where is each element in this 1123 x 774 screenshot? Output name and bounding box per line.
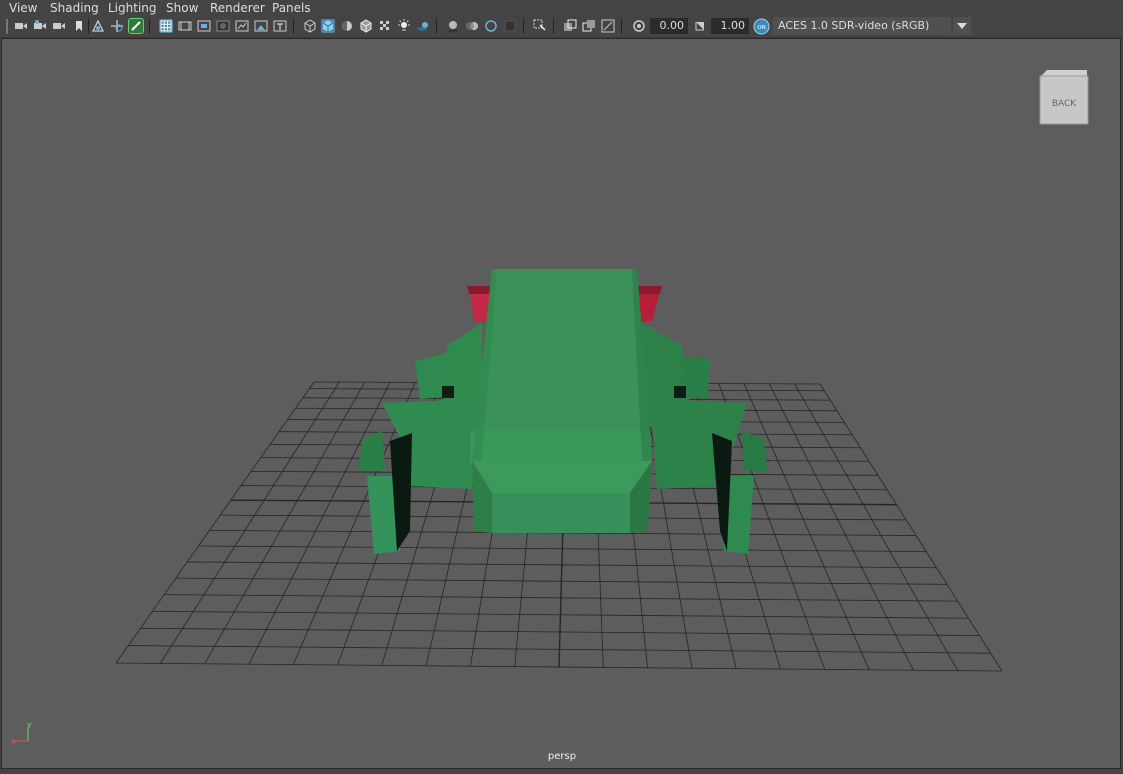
gamma-field[interactable]: 1.00 bbox=[711, 18, 749, 34]
camera-attributes-icon[interactable] bbox=[33, 19, 47, 33]
color-management-badge: ON bbox=[757, 25, 765, 31]
toolbar-separator bbox=[88, 19, 89, 34]
toolbar-grip[interactable] bbox=[6, 19, 8, 34]
green-creature-model[interactable] bbox=[359, 269, 767, 554]
default-material-icon[interactable] bbox=[340, 19, 354, 33]
x-ray-components-icon[interactable] bbox=[601, 19, 615, 33]
resolution-gate-icon[interactable] bbox=[197, 19, 211, 33]
grease-pencil-icon[interactable] bbox=[128, 18, 144, 34]
scene-render bbox=[115, 269, 1003, 672]
safe-title-icon[interactable] bbox=[273, 19, 287, 33]
exposure-field[interactable]: 0.00 bbox=[650, 18, 688, 34]
wireframe-on-shaded-icon[interactable] bbox=[359, 19, 373, 33]
toolbar-separator bbox=[553, 19, 554, 34]
menu-shading[interactable]: Shading bbox=[50, 0, 99, 16]
color-space-dropdown[interactable]: ACES 1.0 SDR-video (sRGB) bbox=[773, 17, 951, 35]
film-gate-icon[interactable] bbox=[178, 19, 192, 33]
select-camera-icon[interactable] bbox=[14, 19, 28, 33]
bookmark-icon[interactable] bbox=[72, 19, 86, 33]
motion-blur-icon[interactable] bbox=[465, 19, 479, 33]
panel-toolbar: 0.00 1.00 ON ACES 1.0 SDR-video (sRGB) bbox=[0, 16, 1123, 38]
menu-lighting[interactable]: Lighting bbox=[108, 0, 157, 16]
use-all-lights-icon[interactable] bbox=[397, 19, 411, 33]
2d-pan-zoom-icon[interactable] bbox=[110, 19, 124, 33]
textured-icon[interactable] bbox=[378, 19, 392, 33]
viewcube-face-label: BACK bbox=[1052, 99, 1077, 109]
menu-view[interactable]: View bbox=[9, 0, 37, 16]
panel-menubar: View Shading Lighting Show Renderer Pane… bbox=[0, 0, 1123, 16]
toolbar-separator bbox=[293, 19, 294, 34]
toolbar-separator bbox=[621, 19, 622, 34]
image-plane-icon[interactable] bbox=[91, 19, 105, 33]
menu-panels[interactable]: Panels bbox=[272, 0, 311, 16]
3d-viewport[interactable]: BACK y x persp bbox=[1, 38, 1121, 769]
toolbar-separator bbox=[149, 19, 150, 34]
chevron-down-icon[interactable] bbox=[953, 17, 971, 35]
axis-x-label: x bbox=[11, 737, 16, 746]
grid-icon[interactable] bbox=[159, 19, 173, 33]
menu-renderer[interactable]: Renderer bbox=[210, 0, 265, 16]
menu-show[interactable]: Show bbox=[166, 0, 198, 16]
screen-space-ao-icon[interactable] bbox=[446, 19, 460, 33]
toolbar-separator bbox=[523, 19, 524, 34]
smooth-shade-icon[interactable] bbox=[321, 19, 335, 33]
maya-viewport-panel: View Shading Lighting Show Renderer Pane… bbox=[0, 0, 1123, 774]
viewcube[interactable]: BACK bbox=[1039, 68, 1089, 126]
field-chart-icon[interactable] bbox=[235, 19, 249, 33]
isolate-select-icon[interactable] bbox=[533, 19, 547, 33]
axis-gizmo: y x bbox=[10, 719, 40, 749]
exposure-icon[interactable] bbox=[632, 19, 646, 33]
shadows-icon[interactable] bbox=[416, 19, 430, 33]
color-management-toggle[interactable]: ON bbox=[753, 18, 770, 35]
gate-mask-icon[interactable] bbox=[216, 19, 230, 33]
x-ray-icon[interactable] bbox=[563, 19, 577, 33]
depth-of-field-icon[interactable] bbox=[503, 19, 517, 33]
x-ray-joints-icon[interactable] bbox=[582, 19, 596, 33]
wireframe-icon[interactable] bbox=[303, 19, 317, 33]
gamma-icon[interactable] bbox=[693, 19, 707, 33]
toolbar-separator bbox=[436, 19, 437, 34]
axis-y-label: y bbox=[27, 720, 32, 729]
multisample-aa-icon[interactable] bbox=[484, 19, 498, 33]
camera-name-label: persp bbox=[547, 751, 577, 762]
safe-action-icon[interactable] bbox=[254, 19, 268, 33]
camera-bookmark-icon[interactable] bbox=[52, 19, 66, 33]
